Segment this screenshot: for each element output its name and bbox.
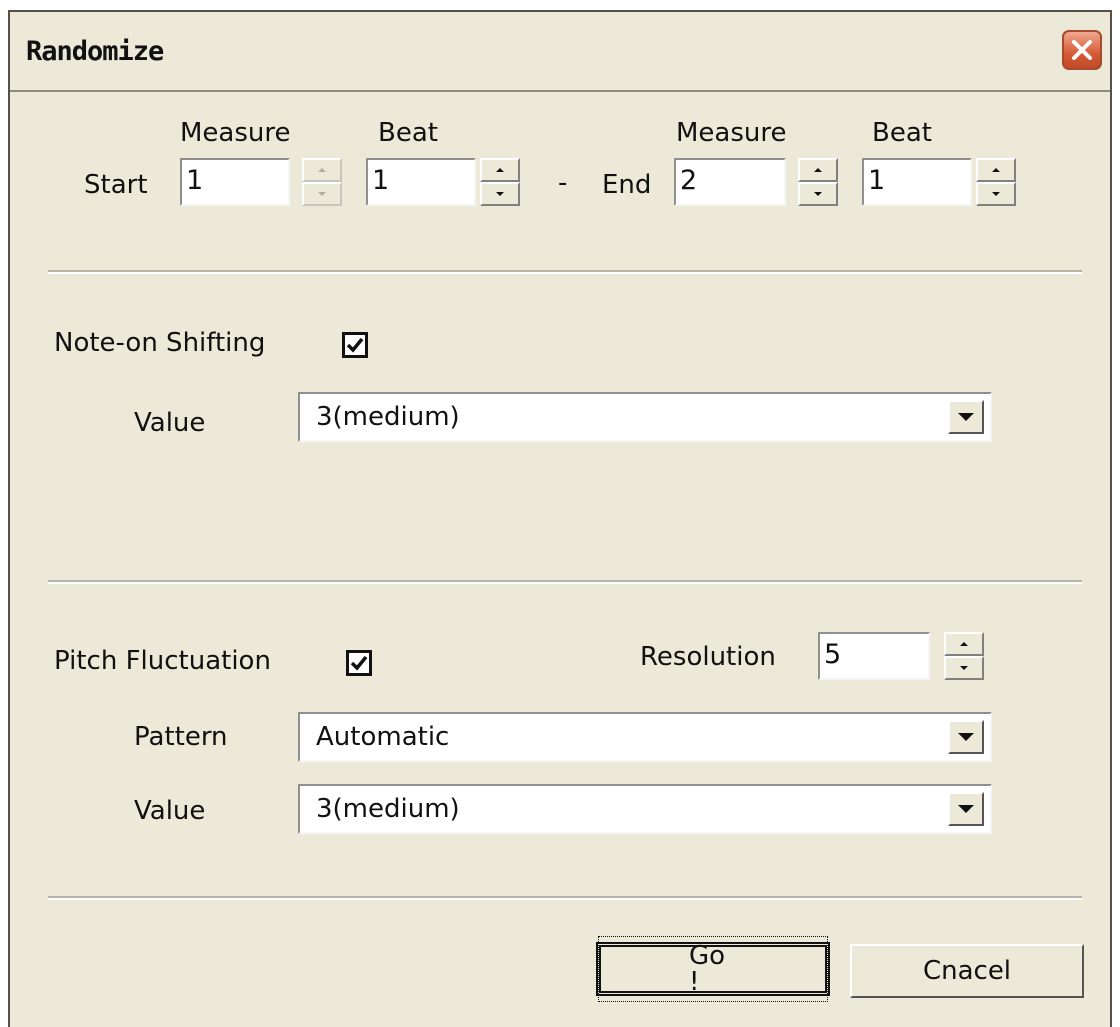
pitch-value-label: Value — [134, 796, 206, 826]
note-on-value-select[interactable]: 3(medium) — [298, 392, 992, 442]
end-beat-header: Beat — [872, 118, 932, 148]
end-beat-spinner[interactable] — [976, 158, 1016, 206]
separator — [48, 896, 1082, 900]
spinner-up-icon[interactable] — [976, 158, 1016, 182]
note-on-value-label: Value — [134, 408, 206, 438]
note-on-value-selected: 3(medium) — [316, 402, 460, 432]
randomize-dialog: Randomize Measure Beat Measure Beat Star… — [8, 10, 1112, 1027]
spinner-up-icon[interactable] — [480, 158, 520, 182]
pitch-value-selected: 3(medium) — [316, 794, 460, 824]
start-measure-spinner[interactable] — [302, 158, 342, 206]
spinner-up-icon[interactable] — [944, 632, 984, 656]
resolution-spinner[interactable] — [944, 632, 984, 680]
start-measure-field[interactable]: 1 — [180, 158, 290, 206]
dropdown-arrow-icon[interactable] — [948, 720, 984, 754]
end-label: End — [602, 170, 652, 200]
close-button[interactable] — [1062, 30, 1102, 70]
separator — [48, 580, 1082, 584]
title-bar[interactable]: Randomize — [10, 12, 1110, 92]
dialog-title: Randomize — [26, 36, 164, 67]
resolution-field[interactable]: 5 — [818, 632, 930, 680]
start-measure-header: Measure — [180, 118, 291, 148]
spinner-up-icon[interactable] — [798, 158, 838, 182]
checkmark-icon — [350, 655, 368, 671]
start-beat-spinner[interactable] — [480, 158, 520, 206]
pitch-fluctuation-label: Pitch Fluctuation — [54, 646, 271, 676]
pattern-label: Pattern — [134, 722, 228, 752]
dropdown-arrow-icon[interactable] — [948, 400, 984, 434]
separator — [48, 270, 1082, 274]
spinner-down-icon[interactable] — [976, 182, 1016, 206]
end-measure-spinner[interactable] — [798, 158, 838, 206]
go-button[interactable]: Go ! — [596, 936, 830, 1002]
close-x-icon — [1072, 40, 1092, 60]
spinner-down-icon[interactable] — [944, 656, 984, 680]
range-dash: - — [558, 168, 568, 198]
spinner-down-icon[interactable] — [302, 182, 342, 206]
pattern-selected: Automatic — [316, 722, 450, 752]
checkmark-icon — [346, 337, 364, 353]
pitch-value-select[interactable]: 3(medium) — [298, 784, 992, 834]
spinner-down-icon[interactable] — [480, 182, 520, 206]
end-measure-header: Measure — [676, 118, 787, 148]
start-beat-header: Beat — [378, 118, 438, 148]
end-beat-field[interactable]: 1 — [862, 158, 972, 206]
note-on-shifting-checkbox[interactable] — [342, 332, 368, 358]
note-on-shifting-label: Note-on Shifting — [54, 328, 266, 358]
end-measure-field[interactable]: 2 — [674, 158, 786, 206]
pitch-fluctuation-checkbox[interactable] — [346, 650, 372, 676]
go-button-label: Go ! — [598, 936, 828, 1002]
spinner-down-icon[interactable] — [798, 182, 838, 206]
pattern-select[interactable]: Automatic — [298, 712, 992, 762]
cancel-button[interactable]: Cnacel — [850, 944, 1084, 998]
start-label: Start — [84, 170, 148, 200]
start-beat-field[interactable]: 1 — [366, 158, 476, 206]
cancel-button-label: Cnacel — [922, 956, 1012, 986]
resolution-label: Resolution — [640, 642, 776, 672]
dropdown-arrow-icon[interactable] — [948, 792, 984, 826]
spinner-up-icon[interactable] — [302, 158, 342, 182]
